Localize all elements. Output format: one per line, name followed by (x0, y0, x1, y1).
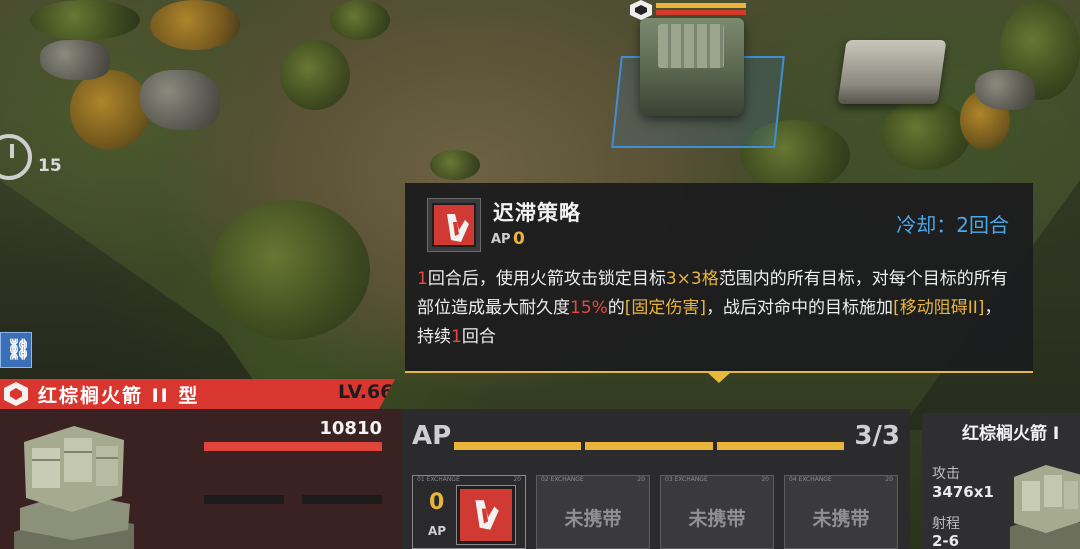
enemy-armor-bar (656, 3, 746, 8)
skill-name: 迟滞策略 (493, 201, 581, 225)
target-range-value: 2-6 (932, 532, 960, 549)
skill-ap-cost: 0 (513, 229, 525, 249)
rocket-skill-icon (432, 203, 476, 247)
rock (40, 40, 110, 80)
skill-tooltip: 迟滞策略 AP 0 冷却：2回合 1回合后，使用火箭攻击锁定目标3×3格范围内的… (405, 183, 1033, 373)
desc-duration: 1 (451, 327, 462, 347)
slot-tag: 20 (885, 476, 893, 483)
target-portrait (1006, 457, 1080, 549)
enemy-faction-icon (630, 0, 652, 20)
slot-tag: 02 EXCHANGE (541, 476, 584, 483)
tree (880, 100, 970, 170)
tree (330, 0, 390, 40)
slot-tag: 04 EXCHANGE (789, 476, 832, 483)
cooldown-label: 冷却： (896, 213, 957, 237)
unit-name: 红棕榈火箭 II 型 (38, 385, 200, 407)
tree (210, 200, 370, 340)
slot-tag: 20 (761, 476, 769, 483)
enemy-unit[interactable] (640, 18, 744, 116)
tooltip-pointer (708, 373, 730, 383)
skill-slot-2[interactable]: 02 EXCHANGE 20 未携带 (536, 475, 650, 549)
tree (30, 0, 140, 40)
tree (430, 150, 480, 180)
ap-segment (585, 442, 713, 450)
target-range-label: 射程 (932, 516, 960, 532)
target-panel[interactable]: 红棕榈火箭 I 攻击 3476x1 射程 2-6 (922, 413, 1080, 549)
slot-empty-label: 未携带 (688, 508, 746, 530)
desc-percent: 15% (570, 298, 608, 318)
target-attack-label: 攻击 (932, 466, 960, 482)
clock-hand-icon (10, 144, 14, 158)
slot-empty-label: 未携带 (812, 508, 870, 530)
target-attack-value: 3476x1 (932, 483, 994, 501)
skill-slot-4[interactable]: 04 EXCHANGE 20 未携带 (784, 475, 898, 549)
ap-count: 3/3 (854, 421, 900, 451)
unit-hp-fill (204, 442, 382, 451)
slot-empty-label: 未携带 (564, 508, 622, 530)
rock (140, 70, 220, 130)
cooldown-value: 2回合 (956, 213, 1009, 237)
link-icon: ⛓ (6, 337, 32, 361)
unit-portrait[interactable] (10, 412, 140, 549)
supply-truck[interactable] (837, 40, 947, 104)
auto-mode-toggle[interactable]: ⛓ (0, 332, 32, 368)
ap-label: AP (412, 421, 452, 451)
ap-panel: AP 3/3 01 EXCHANGE 20 0 AP 02 EXCHANGE 2… (402, 409, 910, 549)
desc-text: 的 (607, 298, 625, 318)
skill-ap-label: AP (491, 232, 511, 247)
unit-hp-bar (204, 442, 382, 451)
tree (70, 70, 150, 150)
tree (150, 0, 240, 50)
clock-icon (0, 134, 32, 180)
slot-tag: 01 EXCHANGE (417, 476, 460, 483)
desc-text: 回合后，使用火箭攻击锁定目标 (427, 269, 666, 289)
desc-turns: 1 (417, 269, 428, 289)
unit-hp-value: 10810 (319, 418, 382, 439)
target-name: 红棕榈火箭 I (962, 424, 1060, 444)
unit-type-icon (4, 382, 28, 406)
skill-description: 1回合后，使用火箭攻击锁定目标3×3格范围内的所有目标，对每个目标的所有部位造成… (417, 265, 1017, 352)
slot-ap-label: AP (428, 524, 447, 538)
slot-tag: 03 EXCHANGE (665, 476, 708, 483)
skill-slot-1[interactable]: 01 EXCHANGE 20 0 AP (412, 475, 526, 549)
rocket-skill-icon (456, 485, 516, 545)
slot-tag: 20 (637, 476, 645, 483)
enemy-hp-bar (656, 10, 746, 15)
turn-counter[interactable]: 15 (0, 130, 62, 186)
slot-ap-cost: 0 (429, 490, 445, 515)
desc-area: 3×3格 (665, 269, 719, 289)
slot-tag: 20 (513, 476, 521, 483)
ap-segment (716, 442, 844, 450)
turn-number: 15 (38, 156, 62, 176)
skill-cooldown: 冷却：2回合 (896, 209, 1009, 238)
tree (280, 40, 350, 110)
unit-sub-bar (302, 495, 382, 504)
unit-sub-bar (204, 495, 284, 504)
skill-slot-3[interactable]: 03 EXCHANGE 20 未携带 (660, 475, 774, 549)
desc-text: 回合 (461, 327, 496, 347)
unit-header: 红棕榈火箭 II 型 LV.66 (0, 379, 395, 409)
rock (975, 70, 1035, 110)
desc-text: ，战后对命中的目标施加 (706, 298, 894, 318)
desc-move-hinder: [移动阻碍II] (893, 298, 985, 318)
ap-segment (454, 442, 582, 450)
enemy-hp-bars (656, 3, 746, 17)
desc-fixed-damage: [固定伤害] (624, 298, 707, 318)
skill-icon-frame (427, 198, 481, 252)
